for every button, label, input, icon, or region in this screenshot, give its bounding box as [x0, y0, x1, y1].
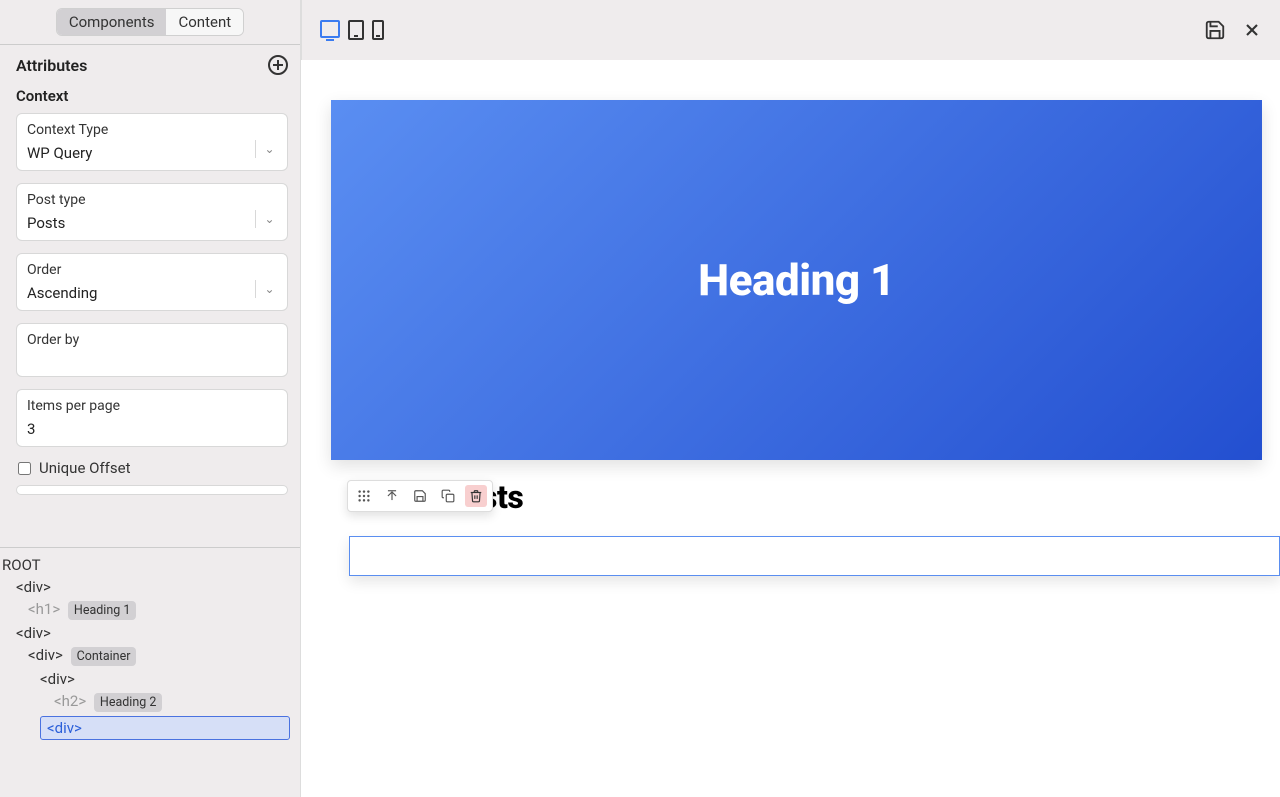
tab-components[interactable]: Components [57, 9, 167, 35]
hero-heading[interactable]: Heading 1 [698, 254, 895, 306]
right-toolbar [301, 0, 1280, 60]
phone-icon[interactable] [372, 20, 384, 40]
chevron-down-icon[interactable]: ⌄ [255, 210, 277, 228]
order-by-label: Order by [27, 332, 277, 348]
tab-content[interactable]: Content [166, 9, 243, 35]
tree-div-selected[interactable]: <div> [40, 716, 290, 740]
latest-area: Latest Posts [349, 478, 1280, 576]
order-by-field[interactable]: Order by [16, 323, 288, 377]
hero-block[interactable]: Heading 1 [331, 100, 1262, 460]
tree-div-selected-row[interactable]: <div> [0, 714, 300, 742]
context-type-field[interactable]: Context Type WP Query ⌄ [16, 113, 288, 171]
context-type-label: Context Type [27, 122, 277, 138]
tree-div-container-tag: <div> [28, 646, 63, 664]
tree-div-2[interactable]: <div> [0, 622, 300, 644]
tree-root[interactable]: ROOT [0, 554, 300, 576]
context-heading: Context [16, 87, 288, 105]
delete-icon[interactable] [465, 485, 487, 507]
selected-empty-block[interactable] [349, 536, 1280, 576]
tablet-icon[interactable] [348, 20, 364, 40]
order-field[interactable]: Order Ascending ⌄ [16, 253, 288, 311]
block-toolbar [347, 480, 493, 512]
tree-div-3[interactable]: <div> [0, 668, 300, 690]
order-value: Ascending [27, 284, 277, 302]
tree-h2-chip: Heading 2 [94, 693, 162, 712]
close-icon[interactable] [1242, 20, 1262, 40]
chevron-down-icon[interactable]: ⌄ [255, 140, 277, 158]
post-type-field[interactable]: Post type Posts ⌄ [16, 183, 288, 241]
left-panel: Components Content Attributes Context Co… [0, 0, 301, 797]
tree-div-1[interactable]: <div> [0, 576, 300, 598]
tree-h1[interactable]: <h1> Heading 1 [0, 598, 300, 622]
save-block-icon[interactable] [409, 485, 431, 507]
tree-h1-tag: <h1> [28, 600, 60, 618]
tree-div-container[interactable]: <div> Container [0, 644, 300, 668]
tree-h2[interactable]: <h2> Heading 2 [0, 690, 300, 714]
items-per-page-label: Items per page [27, 398, 277, 414]
items-per-page-value: 3 [27, 420, 277, 438]
panel-tabs: Components Content [0, 0, 300, 44]
device-icons [320, 20, 384, 40]
post-type-value: Posts [27, 214, 277, 232]
drag-handle-icon[interactable] [353, 485, 375, 507]
post-type-label: Post type [27, 192, 277, 208]
desktop-icon[interactable] [320, 20, 340, 38]
unique-offset-label: Unique Offset [39, 459, 130, 477]
order-label: Order [27, 262, 277, 278]
tree-h1-chip: Heading 1 [68, 601, 136, 620]
attributes-header: Attributes [16, 55, 288, 75]
element-tree: ROOT <div> <h1> Heading 1 <div> <div> Co… [0, 547, 300, 797]
add-attribute-button[interactable] [268, 55, 288, 75]
tree-h2-tag: <h2> [54, 692, 86, 710]
canvas-inner: Heading 1 [301, 60, 1280, 576]
items-per-page-field[interactable]: Items per page 3 [16, 389, 288, 447]
unique-offset-checkbox[interactable] [18, 462, 31, 475]
attributes-section: Attributes Context Context Type WP Query… [0, 45, 300, 547]
field-cutoff [16, 485, 288, 495]
tree-container-chip: Container [71, 647, 137, 666]
tabs-wrap: Components Content [56, 8, 244, 36]
attributes-title: Attributes [16, 56, 87, 75]
right-area: Heading 1 [301, 0, 1280, 797]
canvas[interactable]: Heading 1 [301, 60, 1280, 797]
unique-offset-row[interactable]: Unique Offset [18, 459, 286, 477]
select-parent-icon[interactable] [381, 485, 403, 507]
save-icon[interactable] [1204, 19, 1226, 41]
right-actions [1204, 19, 1262, 41]
duplicate-icon[interactable] [437, 485, 459, 507]
context-type-value: WP Query [27, 144, 277, 162]
chevron-down-icon[interactable]: ⌄ [255, 280, 277, 298]
